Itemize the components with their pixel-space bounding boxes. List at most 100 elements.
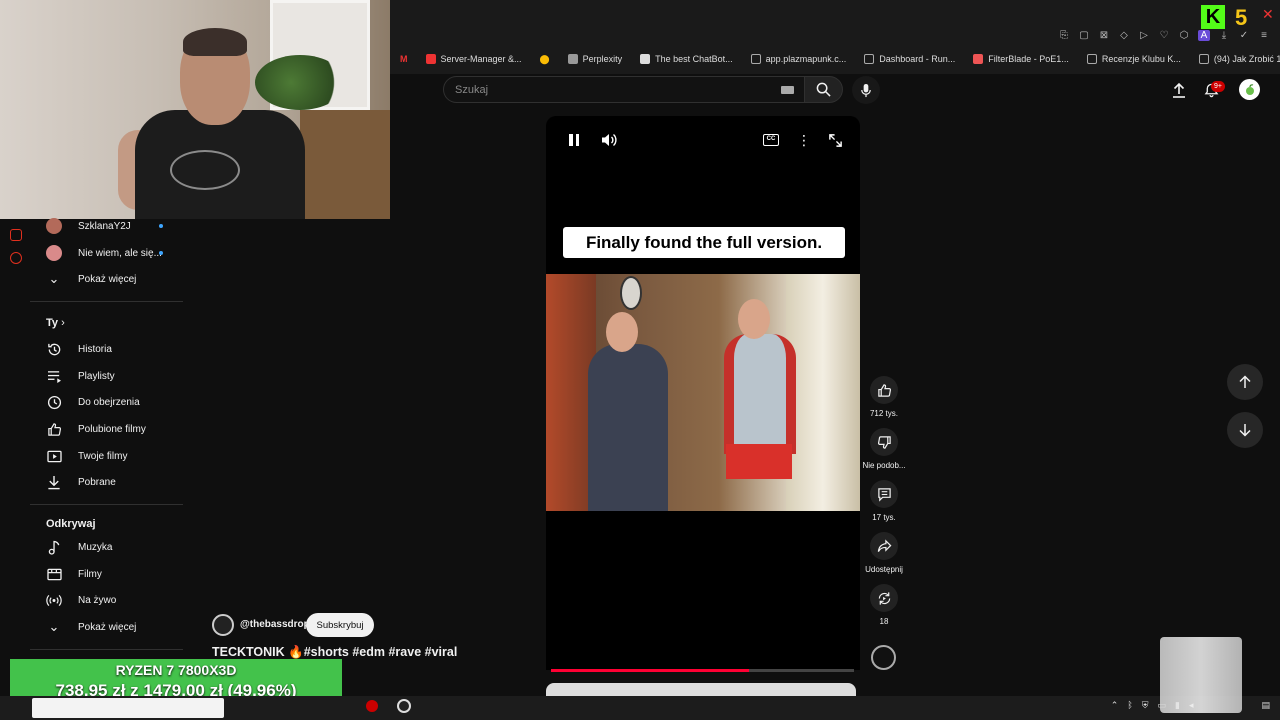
- progress-bar[interactable]: [551, 669, 749, 672]
- next-short-button[interactable]: [1227, 412, 1263, 448]
- like-button[interactable]: [870, 376, 898, 404]
- comments-action[interactable]: 17 tys.: [866, 480, 902, 522]
- sidebar-sub-1[interactable]: Nie wiem, ale się...: [30, 240, 190, 266]
- bookmark-7[interactable]: (94) Jak Zrobić 10...: [1191, 54, 1280, 64]
- bookmark-6[interactable]: Recenzje Klubu K...: [1079, 54, 1189, 64]
- like-action[interactable]: 712 tys.: [866, 376, 902, 418]
- frame-dancer-left-head: [606, 312, 638, 352]
- sidebar-item-your-videos[interactable]: Twoje filmy: [30, 443, 190, 469]
- sidebar-item-movies[interactable]: Filmy: [30, 561, 190, 587]
- taskbar-search-input[interactable]: [32, 698, 224, 718]
- avatar[interactable]: [1239, 79, 1260, 100]
- bookmark-0[interactable]: Server-Manager &...: [418, 54, 530, 64]
- bluetooth-icon[interactable]: ᛒ: [1127, 700, 1132, 711]
- sidebar-item-downloads[interactable]: Pobrane: [30, 469, 190, 495]
- sidebar-item-live[interactable]: Na żywo: [30, 587, 190, 613]
- browser-extension-icons: ⎘ ▢ ⊠ ◇ ▷ ♡ ⬡ A ⤓ ✓ ≡: [1058, 30, 1270, 41]
- upload-button[interactable]: [1169, 80, 1189, 100]
- more-options-button[interactable]: ⋮: [796, 133, 812, 149]
- sidebar-sub-0[interactable]: SzklanaY2J: [30, 213, 190, 239]
- frame-dancer-right-shorts: [726, 444, 792, 479]
- remix-button[interactable]: [870, 584, 898, 612]
- close-icon[interactable]: ✕: [1262, 6, 1274, 23]
- channel-name[interactable]: @thebassdrop: [240, 619, 310, 630]
- sound-channel-icon[interactable]: [871, 645, 896, 670]
- share-button[interactable]: [870, 532, 898, 560]
- search-input[interactable]: Szukaj: [443, 76, 805, 103]
- shield-tray-icon[interactable]: ⛨: [1142, 700, 1149, 711]
- sidebar-item-label: Nie wiem, ale się...: [78, 247, 162, 259]
- sidebar-item-label: Filmy: [78, 568, 102, 580]
- captions-button[interactable]: CC: [763, 134, 779, 146]
- history-icon: [46, 341, 62, 357]
- arrow-down-icon: [1239, 424, 1251, 437]
- tray-chevron-up-icon[interactable]: ⌃: [1111, 700, 1119, 711]
- frame-dancer-left: [588, 344, 668, 511]
- dislike-action[interactable]: Nie podob...: [862, 428, 906, 470]
- share-action[interactable]: Udostępnij: [865, 532, 903, 574]
- maps-icon[interactable]: ⬤: [532, 54, 558, 65]
- bookmark-5[interactable]: FilterBlade - PoE1...: [965, 54, 1077, 64]
- volume-button[interactable]: [600, 131, 620, 149]
- pause-button[interactable]: [566, 132, 582, 148]
- microphone-icon: [861, 83, 871, 97]
- bookmark-label: The best ChatBot...: [655, 54, 733, 64]
- share-label: Udostępnij: [865, 565, 903, 574]
- profile-a-icon[interactable]: A: [1198, 30, 1210, 41]
- bookmark-icon[interactable]: ⎘: [1058, 30, 1070, 41]
- ext-icon[interactable]: [10, 229, 22, 241]
- sidebar-item-label: Muzyka: [78, 541, 113, 553]
- sidebar-you-header[interactable]: Ty ›: [46, 317, 65, 329]
- previous-short-button[interactable]: [1227, 364, 1263, 400]
- app-obs-icon[interactable]: [397, 699, 411, 713]
- shield-icon[interactable]: ⊠: [1098, 30, 1110, 41]
- settings-icon[interactable]: [10, 252, 22, 264]
- frame-clock: [620, 276, 642, 310]
- page-icon: [1198, 54, 1209, 64]
- subscribe-button[interactable]: Subskrybuj: [306, 613, 374, 637]
- sidebar-show-more-subs[interactable]: ⌄ Pokaż więcej: [30, 266, 190, 292]
- app-record-icon[interactable]: [366, 700, 378, 712]
- goal-title: RYZEN 7 7800X3D: [115, 662, 237, 678]
- gmail-icon[interactable]: M: [392, 54, 416, 64]
- channel-logo-icon[interactable]: [212, 614, 234, 636]
- new-content-dot: [159, 251, 163, 255]
- extensions-icon[interactable]: ⬡: [1178, 30, 1190, 41]
- remix-action[interactable]: 18: [866, 584, 902, 626]
- sidebar-item-liked[interactable]: Polubione filmy: [30, 416, 190, 442]
- notification-center-icon[interactable]: ▤: [1261, 700, 1270, 711]
- channel-avatar: [46, 218, 62, 234]
- search-button[interactable]: [805, 76, 843, 103]
- sidebar-show-more-explore[interactable]: ⌄ Pokaż więcej: [30, 614, 190, 640]
- bookmark-4[interactable]: Dashboard - Run...: [856, 54, 963, 64]
- sidebar-item-music[interactable]: Muzyka: [30, 534, 190, 560]
- keyboard-icon[interactable]: [781, 86, 794, 94]
- remix-icon: [878, 591, 890, 605]
- menu-icon[interactable]: ≡: [1258, 30, 1270, 41]
- bookmark-2[interactable]: The best ChatBot...: [632, 54, 741, 64]
- frame-dancer-right-head: [738, 299, 770, 339]
- cube-icon[interactable]: ◇: [1118, 30, 1130, 41]
- comments-button[interactable]: [870, 480, 898, 508]
- bookmark-1[interactable]: Perplexity: [560, 54, 631, 64]
- voice-search-button[interactable]: [852, 76, 880, 104]
- video-title[interactable]: TECKTONIK 🔥#shorts #edm #rave #viral: [212, 645, 457, 660]
- divider: [30, 301, 183, 302]
- kick-logo-letter: K: [1205, 5, 1221, 28]
- screenshot-icon[interactable]: ▢: [1078, 30, 1090, 41]
- next-short-preview[interactable]: [546, 683, 856, 697]
- new-content-dot: [159, 224, 163, 228]
- dislike-button[interactable]: [870, 428, 898, 456]
- fullscreen-button[interactable]: [828, 133, 844, 149]
- ai-icon[interactable]: ✓: [1238, 30, 1250, 41]
- play-icon[interactable]: ▷: [1138, 30, 1150, 41]
- sidebar-item-history[interactable]: Historia: [30, 336, 190, 362]
- sidebar-item-watch-later[interactable]: Do obejrzenia: [30, 389, 190, 415]
- sidebar-item-label: SzklanaY2J: [78, 220, 131, 232]
- heart-icon[interactable]: ♡: [1158, 30, 1170, 41]
- bookmark-3[interactable]: app.plazmapunk.c...: [743, 54, 855, 64]
- sidebar-item-playlists[interactable]: Playlisty: [30, 363, 190, 389]
- page-icon: [864, 54, 875, 64]
- page-icon: [1086, 54, 1097, 64]
- download-icon[interactable]: ⤓: [1218, 30, 1230, 41]
